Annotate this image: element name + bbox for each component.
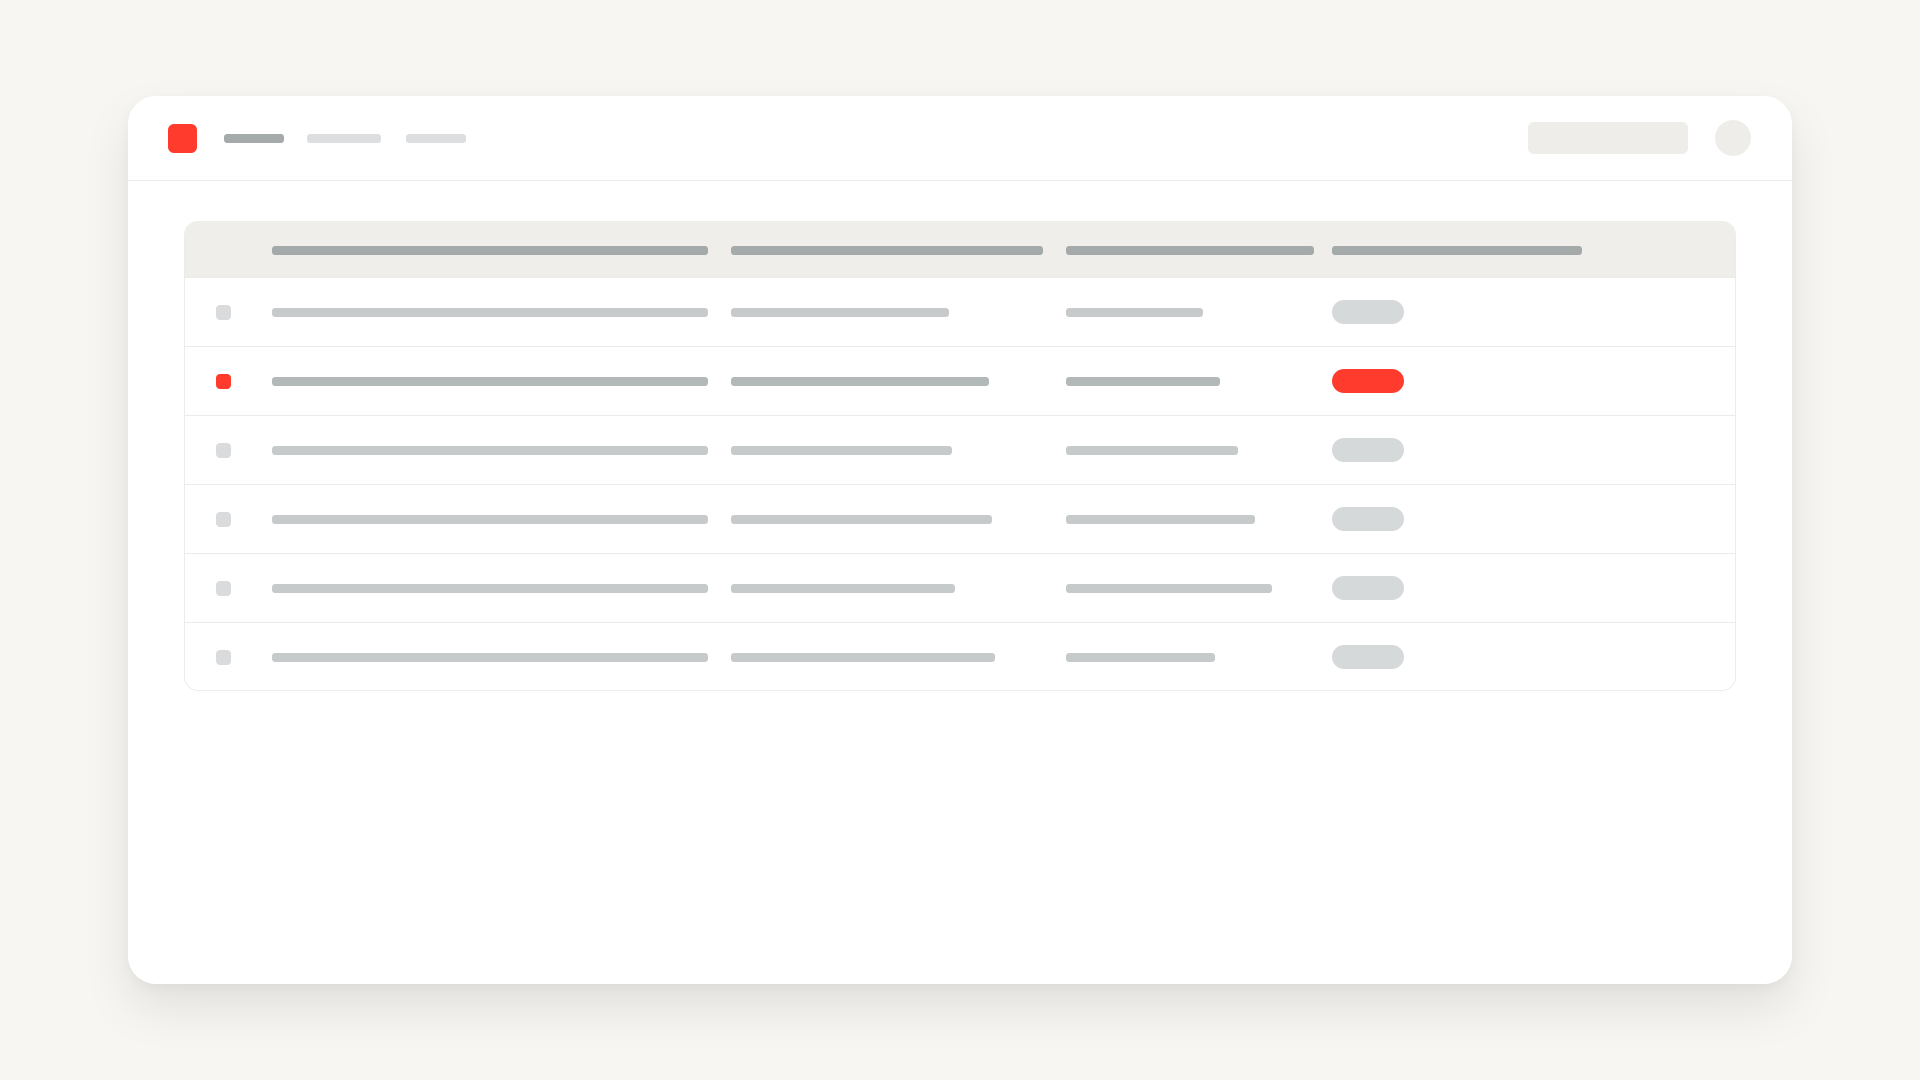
table-cell [1066, 515, 1255, 524]
table-row[interactable] [185, 277, 1735, 346]
nav-item-3[interactable] [406, 134, 466, 143]
search-input[interactable] [1528, 122, 1688, 154]
user-avatar-icon[interactable] [1715, 120, 1751, 156]
table-row[interactable] [185, 484, 1735, 553]
row-checkbox[interactable] [216, 512, 231, 527]
table-cell [272, 377, 708, 386]
table-cell [1066, 308, 1203, 317]
table-cell [272, 515, 708, 524]
row-checkbox[interactable] [216, 374, 231, 389]
table-cell [1066, 653, 1215, 662]
row-checkbox[interactable] [216, 581, 231, 596]
app-window [128, 96, 1792, 984]
table-row[interactable] [185, 553, 1735, 622]
table-cell [731, 653, 995, 662]
app-logo-icon[interactable] [168, 124, 197, 153]
table-cell [731, 308, 949, 317]
table-cell [731, 377, 989, 386]
status-badge [1332, 576, 1404, 600]
table-cell [272, 653, 708, 662]
top-navigation-bar [128, 96, 1792, 181]
table-cell [272, 308, 708, 317]
table-header-row [185, 222, 1735, 277]
table-row[interactable] [185, 415, 1735, 484]
column-header-1[interactable] [272, 246, 708, 255]
row-checkbox[interactable] [216, 305, 231, 320]
table-cell [731, 584, 955, 593]
nav-item-1[interactable] [224, 134, 284, 143]
table-cell [731, 446, 952, 455]
column-header-4[interactable] [1332, 246, 1582, 255]
table-row[interactable] [185, 622, 1735, 690]
status-badge [1332, 300, 1404, 324]
status-badge [1332, 369, 1404, 393]
data-table [184, 221, 1736, 691]
table-cell [1066, 446, 1238, 455]
table-cell [272, 446, 708, 455]
status-badge [1332, 438, 1404, 462]
column-header-3[interactable] [1066, 246, 1314, 255]
row-checkbox[interactable] [216, 650, 231, 665]
table-row[interactable] [185, 346, 1735, 415]
row-checkbox[interactable] [216, 443, 231, 458]
nav-item-2[interactable] [307, 134, 381, 143]
table-cell [1066, 377, 1220, 386]
status-badge [1332, 645, 1404, 669]
table-cell [731, 515, 992, 524]
column-header-2[interactable] [731, 246, 1043, 255]
status-badge [1332, 507, 1404, 531]
table-cell [272, 584, 708, 593]
table-cell [1066, 584, 1272, 593]
